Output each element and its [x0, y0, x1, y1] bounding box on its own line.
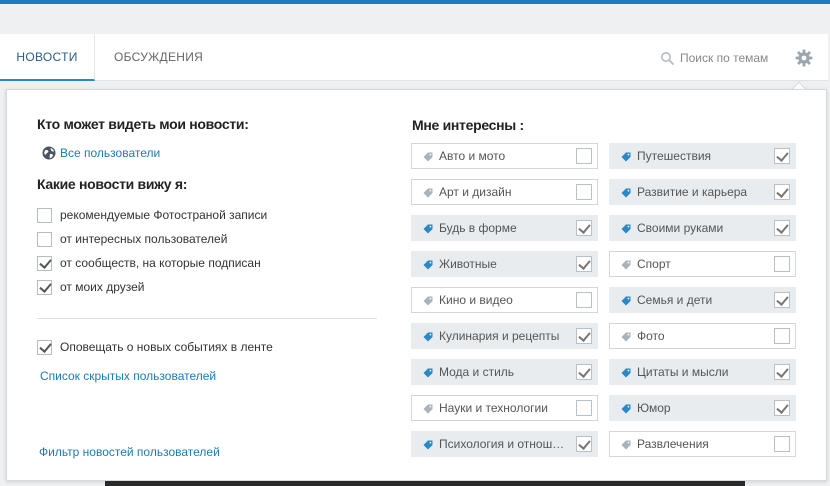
hidden-users-link[interactable]: Список скрытых пользователей: [40, 369, 216, 383]
interest-label: Кулинария и рецепты: [439, 329, 560, 343]
news-option-checkbox[interactable]: [37, 232, 52, 247]
tag-icon: [423, 404, 433, 414]
interest-item[interactable]: Авто и мото: [411, 143, 598, 169]
interest-label: Путешествия: [637, 149, 712, 163]
tag-icon: [621, 260, 631, 270]
interest-item[interactable]: Спорт: [609, 251, 796, 277]
tag-icon: [621, 368, 631, 378]
interest-item[interactable]: Развлечения: [609, 431, 796, 457]
tag-icon: [423, 260, 433, 270]
interest-checkbox[interactable]: [774, 328, 790, 344]
tag-icon: [423, 188, 433, 198]
interest-item[interactable]: Фото: [609, 323, 796, 349]
tab-news[interactable]: НОВОСТИ: [0, 34, 95, 81]
tag-icon: [621, 188, 631, 198]
tag-icon: [423, 332, 433, 342]
interest-checkbox[interactable]: [576, 148, 592, 164]
interest-checkbox[interactable]: [774, 364, 790, 380]
interest-item[interactable]: Арт и дизайн: [411, 179, 598, 205]
tag-icon: [621, 224, 631, 234]
visibility-value-link[interactable]: Все пользователи: [60, 146, 160, 160]
tab-discussions[interactable]: ОБСУЖДЕНИЯ: [114, 34, 203, 81]
gear-icon[interactable]: [795, 49, 813, 67]
interest-item[interactable]: Развитие и карьера: [609, 179, 796, 205]
interest-label: Юмор: [637, 401, 671, 415]
news-filter-link[interactable]: Фильтр новостей пользователей: [39, 445, 220, 459]
tag-icon: [423, 152, 433, 162]
tag-icon: [621, 332, 631, 342]
news-option-label: от интересных пользователей: [60, 232, 228, 246]
interest-checkbox[interactable]: [576, 328, 592, 344]
interest-label: Семья и дети: [637, 293, 713, 307]
tag-icon: [621, 440, 631, 450]
interest-label: Развитие и карьера: [637, 185, 748, 199]
tag-icon: [423, 224, 433, 234]
interest-checkbox[interactable]: [576, 256, 592, 272]
interest-checkbox[interactable]: [774, 220, 790, 236]
news-option-checkbox[interactable]: [37, 256, 52, 271]
interest-checkbox[interactable]: [774, 436, 790, 452]
interest-item[interactable]: Животные: [411, 251, 598, 277]
globe-icon: [42, 146, 56, 160]
interest-label: Психология и отнош…: [439, 437, 565, 451]
notify-label: Оповещать о новых событиях в ленте: [60, 340, 273, 354]
which-news-title: Какие новости вижу я:: [37, 176, 188, 192]
interest-item[interactable]: Путешествия: [609, 143, 796, 169]
interests-title: Мне интересны :: [412, 117, 524, 133]
tag-icon: [621, 152, 631, 162]
news-option-label: от сообществ, на которые подписан: [60, 256, 261, 270]
interest-label: Фото: [637, 329, 665, 343]
interest-label: Цитаты и мысли: [637, 365, 729, 379]
interest-item[interactable]: Юмор: [609, 395, 796, 421]
interest-checkbox[interactable]: [774, 148, 790, 164]
interest-checkbox[interactable]: [576, 436, 592, 452]
visibility-title: Кто может видеть мои новости:: [37, 116, 249, 132]
interest-label: Развлечения: [637, 437, 709, 451]
news-option-label: рекомендуемые Фотостраной записи: [60, 208, 268, 222]
interest-label: Мода и стиль: [439, 365, 515, 379]
tag-icon: [423, 368, 433, 378]
interest-item[interactable]: Своими руками: [609, 215, 796, 241]
top-accent-bar: [0, 0, 830, 4]
interest-checkbox[interactable]: [576, 220, 592, 236]
interest-item[interactable]: Кино и видео: [411, 287, 598, 313]
interest-label: Животные: [439, 257, 497, 271]
interest-checkbox[interactable]: [576, 292, 592, 308]
interest-checkbox[interactable]: [774, 292, 790, 308]
interest-label: Науки и технологии: [439, 401, 548, 415]
interest-item[interactable]: Мода и стиль: [411, 359, 598, 385]
interest-checkbox[interactable]: [576, 184, 592, 200]
interest-item[interactable]: Цитаты и мысли: [609, 359, 796, 385]
tag-icon: [423, 440, 433, 450]
tag-icon: [423, 296, 433, 306]
notify-checkbox[interactable]: [37, 340, 52, 355]
search-icon: [661, 52, 674, 65]
divider: [37, 318, 377, 319]
interest-checkbox[interactable]: [576, 400, 592, 416]
interest-label: Авто и мото: [439, 149, 506, 163]
interest-label: Спорт: [637, 257, 671, 271]
news-option-label: от моих друзей: [60, 280, 145, 294]
interest-label: Кино и видео: [439, 293, 513, 307]
interest-item[interactable]: Психология и отнош…: [411, 431, 598, 457]
interest-label: Будь в форме: [439, 221, 517, 235]
tag-icon: [621, 404, 631, 414]
interest-checkbox[interactable]: [774, 256, 790, 272]
news-option-checkbox[interactable]: [37, 208, 52, 223]
news-option-checkbox[interactable]: [37, 280, 52, 295]
interest-item[interactable]: Науки и технологии: [411, 395, 598, 421]
interest-item[interactable]: Кулинария и рецепты: [411, 323, 598, 349]
interest-label: Арт и дизайн: [439, 185, 512, 199]
search-input[interactable]: [680, 47, 784, 69]
interest-item[interactable]: Будь в форме: [411, 215, 598, 241]
interest-checkbox[interactable]: [774, 400, 790, 416]
interest-label: Своими руками: [637, 221, 724, 235]
tag-icon: [621, 296, 631, 306]
interest-checkbox[interactable]: [576, 364, 592, 380]
interest-item[interactable]: Семья и дети: [609, 287, 796, 313]
interest-checkbox[interactable]: [774, 184, 790, 200]
